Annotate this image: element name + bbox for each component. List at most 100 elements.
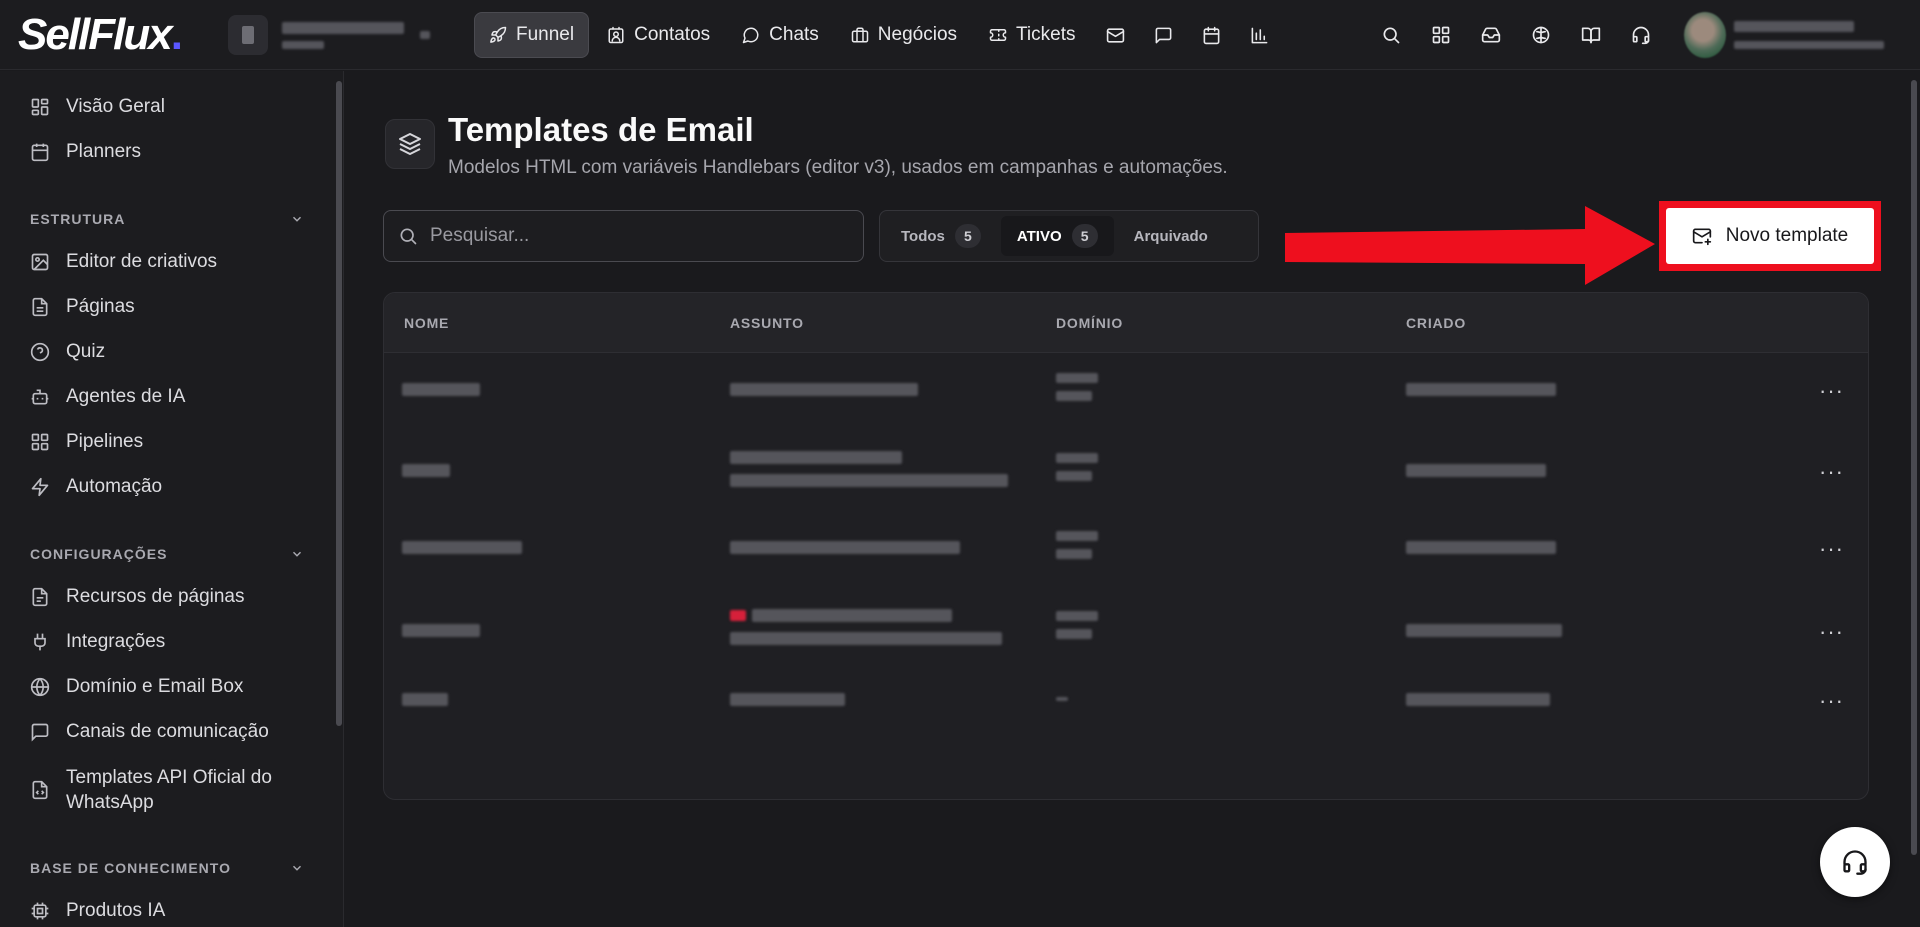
calendar-icon [31, 143, 49, 162]
sidebar-item-editor-de-criativos[interactable]: Editor de criativos [30, 251, 217, 273]
nav-calendar-button[interactable] [1189, 12, 1233, 58]
sidebar-item-integracoes[interactable]: Integrações [30, 631, 165, 653]
row-name-redacted [402, 541, 522, 554]
sidebar-item-agentes-de-ia[interactable]: Agentes de IA [30, 386, 185, 408]
globe-icon [30, 677, 50, 697]
status-filter-tabs: Todos 5 ATIVO 5 Arquivado [879, 210, 1259, 262]
filter-ativo[interactable]: ATIVO 5 [1000, 216, 1114, 256]
sidebar-item-produtos-ia[interactable]: Produtos IA [30, 900, 165, 922]
section-configuracoes-toggle[interactable]: CONFIGURAÇÕES [30, 546, 304, 562]
sidebar-item-label: Páginas [66, 296, 135, 317]
nav-tickets[interactable]: Tickets [975, 12, 1089, 58]
page-scrollbar[interactable] [1911, 80, 1917, 855]
sidebar-item-label: Domínio e Email Box [66, 676, 244, 697]
sidebar-item-label: Agentes de IA [66, 386, 186, 407]
image-edit-icon [31, 253, 49, 271]
ai-button[interactable] [1516, 10, 1566, 60]
row-domain-redacted [1056, 697, 1068, 701]
docs-button[interactable] [1566, 10, 1616, 60]
sidebar-item-canais-de-comunicacao[interactable]: Canais de comunicação [30, 721, 269, 743]
row-domain-redacted [1056, 373, 1098, 401]
workspace-name-redacted [282, 21, 404, 49]
dashboard-icon [31, 98, 49, 116]
sidebar-item-pipelines[interactable]: Pipelines [30, 431, 143, 453]
file-text-icon [32, 587, 48, 607]
sidebar-item-label: Integrações [66, 631, 166, 652]
filter-label: ATIVO [1016, 227, 1062, 245]
search-input[interactable] [430, 225, 830, 247]
column-header-dominio[interactable]: DOMÍNIO [1056, 315, 1123, 331]
sidebar-item-visao-geral[interactable]: Visão Geral [30, 96, 165, 118]
sidebar-item-planners[interactable]: Planners [30, 141, 141, 163]
filter-arquivado[interactable]: Arquivado [1118, 216, 1224, 256]
nav-reports-button[interactable] [1237, 12, 1281, 58]
sidebar-item-templates-api-whatsapp[interactable]: Templates API Oficial do WhatsApp [30, 765, 272, 815]
sidebar-item-label: Produtos IA [66, 900, 166, 921]
sidebar-scrollbar[interactable] [336, 81, 342, 726]
sellflux-logo[interactable]: SellFlux. [18, 13, 183, 57]
row-domain-redacted [1056, 611, 1098, 639]
nav-chats[interactable]: Chats [728, 12, 833, 58]
column-header-criado[interactable]: CRIADO [1406, 315, 1466, 331]
table-row[interactable]: ··· [384, 511, 1868, 589]
row-domain-redacted [1056, 531, 1098, 559]
contacts-icon [608, 26, 624, 44]
workspace-switcher[interactable] [228, 14, 446, 56]
table-header: NOME ASSUNTO DOMÍNIO CRIADO [384, 293, 1868, 353]
table-row[interactable]: ··· [384, 671, 1868, 733]
briefcase-icon [851, 27, 869, 43]
nav-contatos[interactable]: Contatos [593, 12, 724, 58]
row-domain-redacted [1056, 453, 1098, 481]
row-created-redacted [1406, 624, 1562, 637]
sidebar-item-label: Quiz [66, 341, 106, 362]
headset-icon [1843, 850, 1867, 875]
sidebar-item-dominio-e-email-box[interactable]: Domínio e Email Box [30, 676, 243, 698]
row-actions-menu[interactable]: ··· [1819, 461, 1844, 483]
filter-label: Todos [901, 227, 945, 245]
table-row[interactable]: ··· [384, 431, 1868, 511]
row-actions-menu[interactable]: ··· [1819, 621, 1844, 643]
nav-email-button[interactable] [1093, 12, 1137, 58]
global-search-button[interactable] [1366, 10, 1416, 60]
row-name-redacted [402, 624, 480, 637]
nav-chats-label: Chats [769, 24, 819, 45]
search-icon [1383, 27, 1400, 44]
column-header-assunto[interactable]: ASSUNTO [730, 315, 804, 331]
apps-button[interactable] [1416, 10, 1466, 60]
sidebar-item-label: Planners [66, 141, 141, 162]
nav-funnel-label: Funnel [516, 24, 575, 45]
filter-todos[interactable]: Todos 5 [885, 216, 997, 256]
search-box[interactable] [383, 210, 864, 262]
new-template-button[interactable]: Novo template [1666, 208, 1874, 264]
section-base-de-conhecimento-toggle[interactable]: BASE DE CONHECIMENTO [30, 860, 304, 876]
support-button[interactable] [1616, 10, 1666, 60]
row-actions-menu[interactable]: ··· [1819, 380, 1844, 402]
sidebar-item-quiz[interactable]: Quiz [30, 341, 105, 363]
nav-messages-button[interactable] [1141, 12, 1185, 58]
sidebar-item-label: Automação [66, 476, 163, 497]
sidebar-item-label: Templates API Oficial do [66, 767, 272, 788]
row-created-redacted [1406, 693, 1550, 706]
inbox-button[interactable] [1466, 10, 1516, 60]
table-row[interactable]: ··· [384, 353, 1868, 431]
rocket-icon [490, 26, 507, 43]
column-header-nome[interactable]: NOME [404, 315, 449, 331]
nav-funnel[interactable]: Funnel [474, 12, 590, 58]
row-actions-menu[interactable]: ··· [1819, 690, 1844, 712]
user-profile-menu[interactable] [1684, 12, 1884, 58]
section-estrutura-toggle[interactable]: ESTRUTURA [30, 211, 304, 227]
sidebar-item-automacao[interactable]: Automação [30, 476, 162, 498]
inbox-icon [1481, 27, 1501, 43]
table-row[interactable]: ··· [384, 589, 1868, 671]
red-arrow-annotation [1285, 206, 1655, 285]
nav-negocios[interactable]: Negócios [837, 12, 971, 58]
ticket-icon [989, 29, 1007, 41]
filter-count-badge: 5 [954, 224, 981, 248]
bar-chart-icon [1251, 27, 1268, 43]
sidebar-item-recursos-de-paginas[interactable]: Recursos de páginas [30, 586, 245, 608]
calendar-icon [1203, 26, 1220, 44]
floating-support-button[interactable] [1820, 827, 1890, 897]
row-actions-menu[interactable]: ··· [1819, 538, 1844, 560]
templates-table: NOME ASSUNTO DOMÍNIO CRIADO ··· ··· ··· … [383, 292, 1869, 800]
sidebar-item-paginas[interactable]: Páginas [30, 296, 135, 318]
